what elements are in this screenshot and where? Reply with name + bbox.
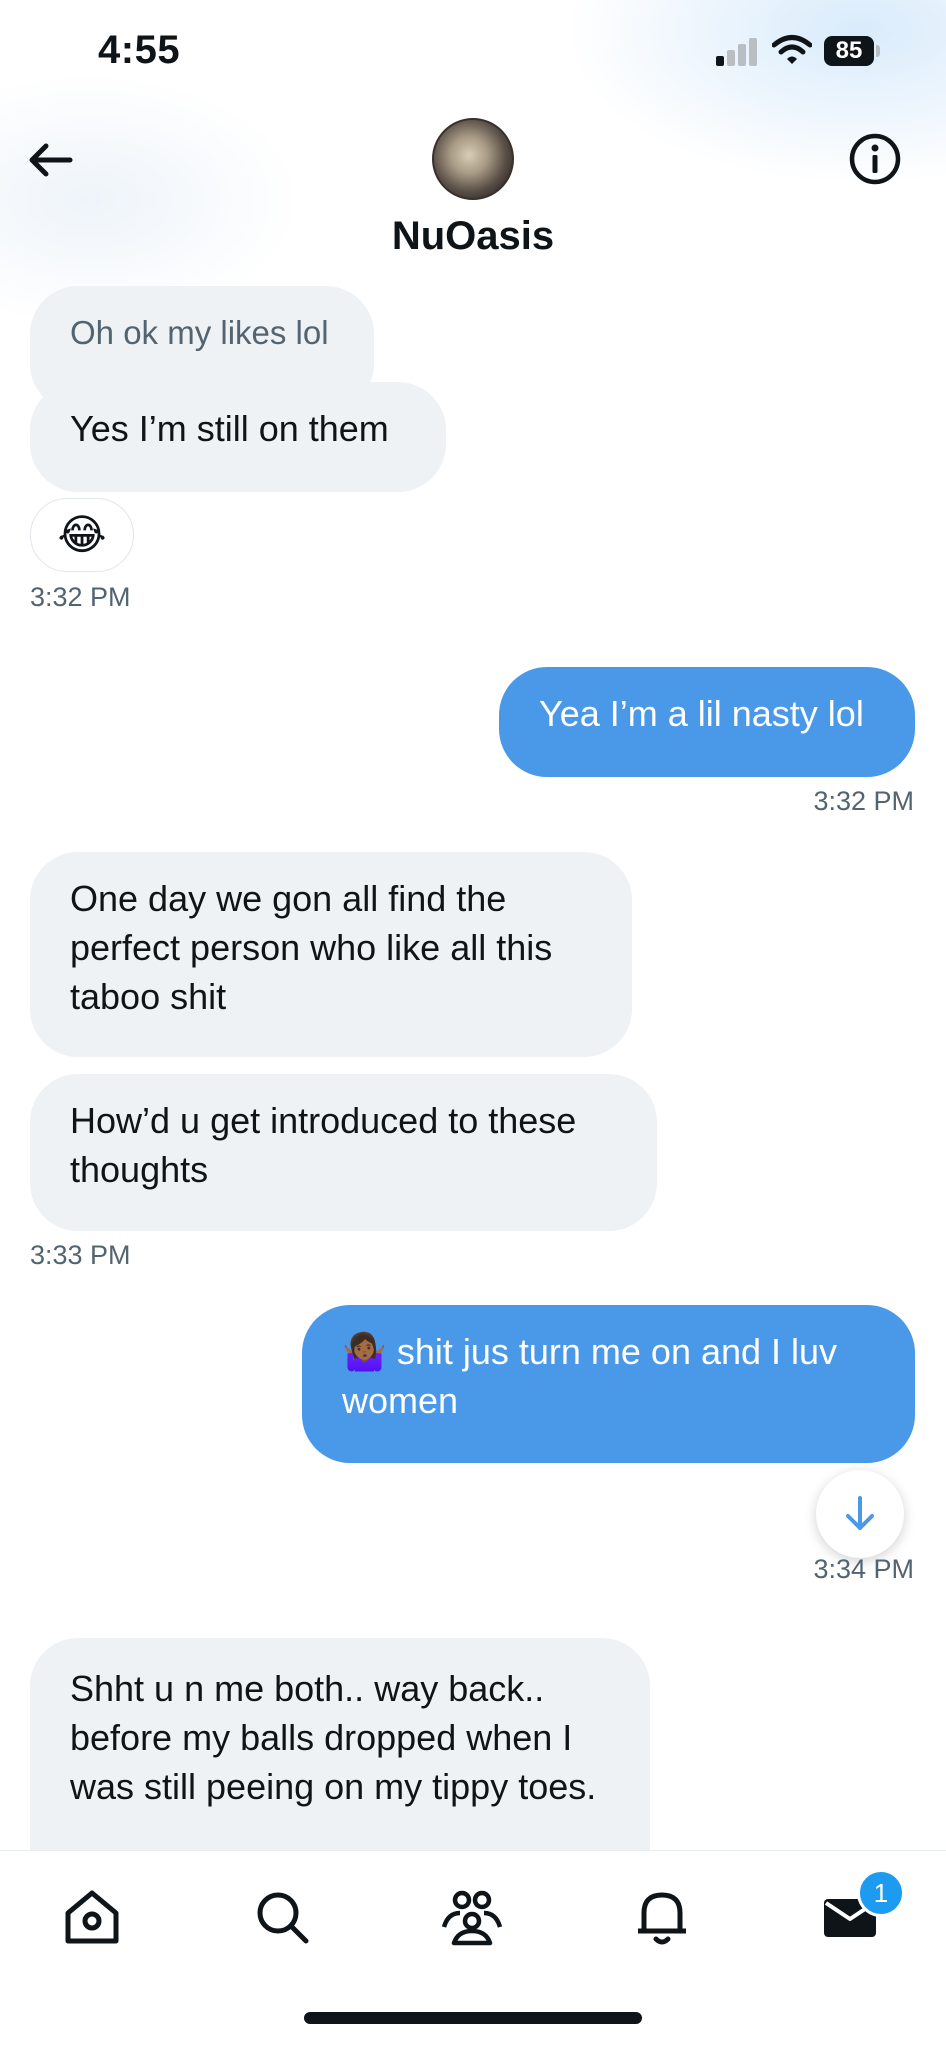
messages-badge: 1 — [857, 1869, 905, 1917]
info-icon — [849, 133, 901, 185]
scroll-down-button[interactable] — [816, 1470, 904, 1558]
info-button[interactable] — [848, 132, 902, 186]
message-bubble[interactable]: One day we gon all find the perfect pers… — [30, 852, 632, 1057]
home-indicator — [304, 2012, 642, 2024]
signal-icon — [716, 38, 758, 66]
arrow-left-icon — [29, 143, 73, 177]
message-text: Shht u n me both.. way back.. before my … — [70, 1668, 597, 1807]
contact-name[interactable]: NuOasis — [0, 214, 946, 259]
home-icon[interactable] — [60, 1885, 124, 1949]
message-text: How’d u get introduced to these thoughts — [70, 1100, 577, 1190]
message-bubble[interactable]: How’d u get introduced to these thoughts — [30, 1074, 657, 1231]
timestamp: 3:32 PM — [30, 582, 131, 612]
arrow-down-icon — [846, 1496, 874, 1530]
status-time: 4:55 — [98, 28, 181, 72]
battery-level: 85 — [824, 36, 874, 66]
timestamp: 3:34 PM — [813, 1554, 914, 1584]
notifications-icon[interactable] — [630, 1885, 694, 1949]
search-icon[interactable] — [250, 1885, 314, 1949]
message-bubble[interactable]: Yea I’m a lil nasty lol — [499, 667, 915, 777]
message-text: Yea I’m a lil nasty lol — [539, 693, 864, 734]
message-text: One day we gon all find the perfect pers… — [70, 878, 553, 1017]
message-bubble[interactable]: Yes I’m still on them — [30, 382, 446, 492]
message-bubble[interactable]: 🤷🏾‍♀️ shit jus turn me on and I luv wome… — [302, 1305, 915, 1463]
timestamp: 3:32 PM — [813, 786, 914, 816]
battery-icon: 85 — [824, 36, 880, 66]
wifi-icon — [771, 34, 813, 66]
laughing-reaction[interactable]: 😂 — [30, 498, 134, 572]
message-text: Oh ok my likes lol — [70, 314, 329, 351]
message-text: 🤷🏾‍♀️ shit jus turn me on and I luv wome… — [342, 1331, 838, 1421]
message-text: Yes I’m still on them — [70, 408, 389, 449]
back-button[interactable] — [26, 136, 74, 184]
communities-icon[interactable] — [440, 1885, 504, 1949]
avatar[interactable] — [432, 118, 514, 200]
timestamp: 3:33 PM — [30, 1240, 131, 1270]
